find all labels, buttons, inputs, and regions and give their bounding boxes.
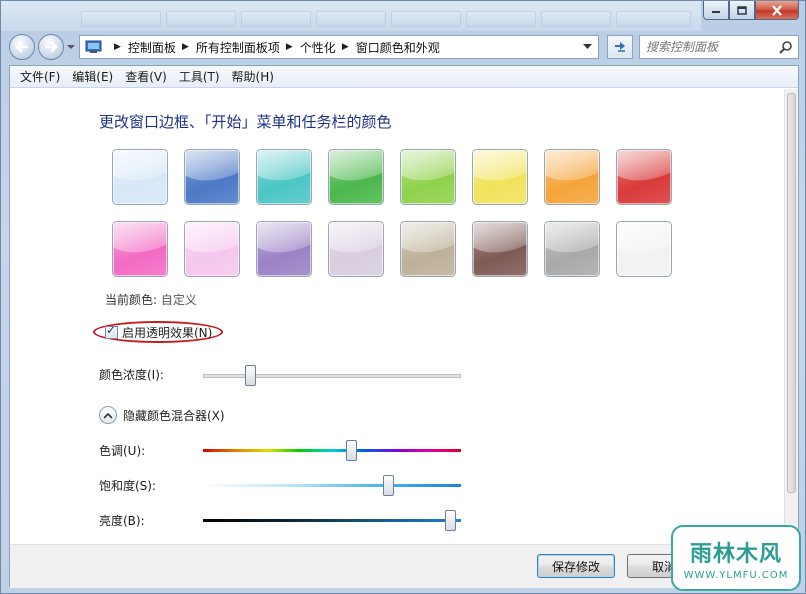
vertical-scrollbar[interactable]	[784, 89, 798, 544]
forward-arrow-icon	[45, 41, 58, 53]
color-swatch-lavender[interactable]	[328, 221, 384, 277]
brightness-slider[interactable]	[203, 510, 461, 531]
collapse-icon	[99, 406, 117, 424]
background-taskbar-strip	[1, 1, 701, 31]
breadcrumb-label: 窗口颜色和外观	[355, 40, 440, 55]
breadcrumb-item[interactable]: 个性化 ▶	[300, 39, 356, 56]
content-window: 文件(F) 编辑(E) 查看(V) 工具(T) 帮助(H) 更改窗口边框、「开始…	[9, 65, 799, 588]
search-input[interactable]	[646, 40, 774, 54]
saturation-slider[interactable]	[203, 475, 461, 496]
breadcrumb-label: 个性化	[299, 40, 336, 55]
color-swatch-lime[interactable]	[400, 149, 456, 205]
hue-track	[203, 449, 461, 452]
color-mixer-label: 隐藏颜色混合器(X)	[123, 408, 225, 423]
color-swatch-twilight[interactable]	[184, 149, 240, 205]
intensity-label: 颜色浓度(I):	[99, 368, 164, 382]
background-tab	[541, 11, 611, 27]
menu-help[interactable]: 帮助(H)	[228, 68, 282, 85]
color-swatch-slate[interactable]	[544, 221, 600, 277]
color-swatch-lemon[interactable]	[472, 149, 528, 205]
save-changes-button[interactable]: 保存修改	[537, 554, 615, 578]
refresh-button[interactable]	[607, 35, 633, 59]
breadcrumb-start[interactable]: ▶	[108, 42, 128, 52]
window-controls	[703, 1, 799, 20]
color-swatch-violet[interactable]	[256, 221, 312, 277]
scrollbar-thumb[interactable]	[787, 93, 796, 493]
intensity-slider[interactable]	[203, 365, 461, 386]
color-swatch-sea[interactable]	[256, 149, 312, 205]
address-row: ▶ 控制面板 ▶ 所有控制面板项 ▶ 个性化 ▶ 窗口颜色和外观	[9, 33, 799, 61]
menu-bar: 文件(F) 编辑(E) 查看(V) 工具(T) 帮助(H)	[10, 66, 798, 88]
history-dropdown-icon[interactable]	[67, 42, 75, 52]
watermark-logo: 雨林木风 WWW.YLMFU.COM	[671, 525, 801, 591]
refresh-icon	[615, 42, 625, 52]
hue-slider[interactable]	[203, 440, 461, 461]
close-button[interactable]	[755, 1, 799, 20]
close-icon	[772, 4, 782, 16]
back-button[interactable]	[9, 34, 35, 60]
brightness-slider-thumb[interactable]	[445, 510, 456, 531]
color-swatch-taupe[interactable]	[400, 221, 456, 277]
watermark-main-text: 雨林木风	[689, 541, 782, 567]
breadcrumb-label: 所有控制面板项	[195, 40, 280, 55]
background-tab	[241, 11, 311, 27]
menu-edit[interactable]: 编辑(E)	[68, 68, 121, 85]
page-title: 更改窗口边框、「开始」菜单和任务栏的颜色	[99, 113, 392, 131]
search-icon[interactable]	[779, 40, 793, 54]
breadcrumb-item[interactable]: 控制面板 ▶	[128, 39, 196, 56]
address-bar[interactable]: ▶ 控制面板 ▶ 所有控制面板项 ▶ 个性化 ▶ 窗口颜色和外观	[79, 35, 599, 59]
color-swatch-chocolate[interactable]	[472, 221, 528, 277]
color-mixer-toggle[interactable]: 隐藏颜色混合器(X)	[99, 406, 225, 424]
hue-label: 色调(U):	[99, 444, 146, 458]
transparency-checkbox[interactable]	[105, 323, 118, 339]
color-swatch-leaf[interactable]	[328, 149, 384, 205]
color-swatch-fuchsia[interactable]	[112, 221, 168, 277]
main-panel: 更改窗口边框、「开始」菜单和任务栏的颜色 当前颜色: 自定义 ✓ 启用透明效果(…	[10, 89, 786, 544]
control-panel-icon	[85, 40, 102, 53]
color-swatch-frost[interactable]	[616, 221, 672, 277]
back-arrow-icon	[15, 41, 28, 53]
menu-file[interactable]: 文件(F)	[16, 68, 68, 85]
saturation-label: 饱和度(S):	[99, 479, 157, 493]
current-color-value: 自定义	[160, 293, 197, 307]
brightness-track	[203, 519, 461, 522]
maximize-icon	[737, 5, 747, 15]
current-color-label: 当前颜色:	[105, 293, 158, 307]
saturation-track	[203, 484, 461, 487]
watermark-sub-text: WWW.YLMFU.COM	[683, 569, 789, 581]
color-swatch-blush[interactable]	[184, 221, 240, 277]
brightness-label: 亮度(B):	[99, 514, 145, 528]
breadcrumb-item[interactable]: 窗口颜色和外观	[356, 39, 440, 56]
background-tab	[166, 11, 236, 27]
forward-button[interactable]	[38, 34, 64, 60]
breadcrumb-item[interactable]: 所有控制面板项 ▶	[196, 39, 300, 56]
address-dropdown-icon[interactable]	[583, 43, 592, 51]
menu-tools[interactable]: 工具(T)	[175, 68, 228, 85]
background-tab	[81, 11, 161, 27]
window-frame: ▶ 控制面板▶ 所有控制面板项▶ 个性化▶ 窗口颜色和外观 文件(F) 编辑(E…	[0, 0, 806, 594]
color-swatch-sky[interactable]	[112, 149, 168, 205]
background-tab	[391, 11, 461, 27]
minimize-button[interactable]	[703, 1, 729, 20]
maximize-button[interactable]	[729, 1, 755, 20]
current-color: 当前颜色: 自定义	[105, 291, 197, 308]
hue-slider-thumb[interactable]	[346, 440, 357, 461]
transparency-option[interactable]: 启用透明效果(N)	[105, 323, 213, 341]
intensity-track	[203, 374, 461, 378]
background-tab	[616, 11, 691, 27]
transparency-label: 启用透明效果(N)	[122, 326, 213, 340]
menu-view[interactable]: 查看(V)	[121, 68, 175, 85]
breadcrumb-label: 控制面板	[127, 40, 176, 55]
background-tab	[466, 11, 536, 27]
minimize-icon	[712, 11, 720, 13]
saturation-slider-thumb[interactable]	[383, 475, 394, 496]
intensity-slider-thumb[interactable]	[245, 365, 256, 386]
background-tab	[316, 11, 386, 27]
color-swatch-pumpkin[interactable]	[544, 149, 600, 205]
color-swatch-ruby[interactable]	[616, 149, 672, 205]
search-box[interactable]	[639, 35, 799, 59]
